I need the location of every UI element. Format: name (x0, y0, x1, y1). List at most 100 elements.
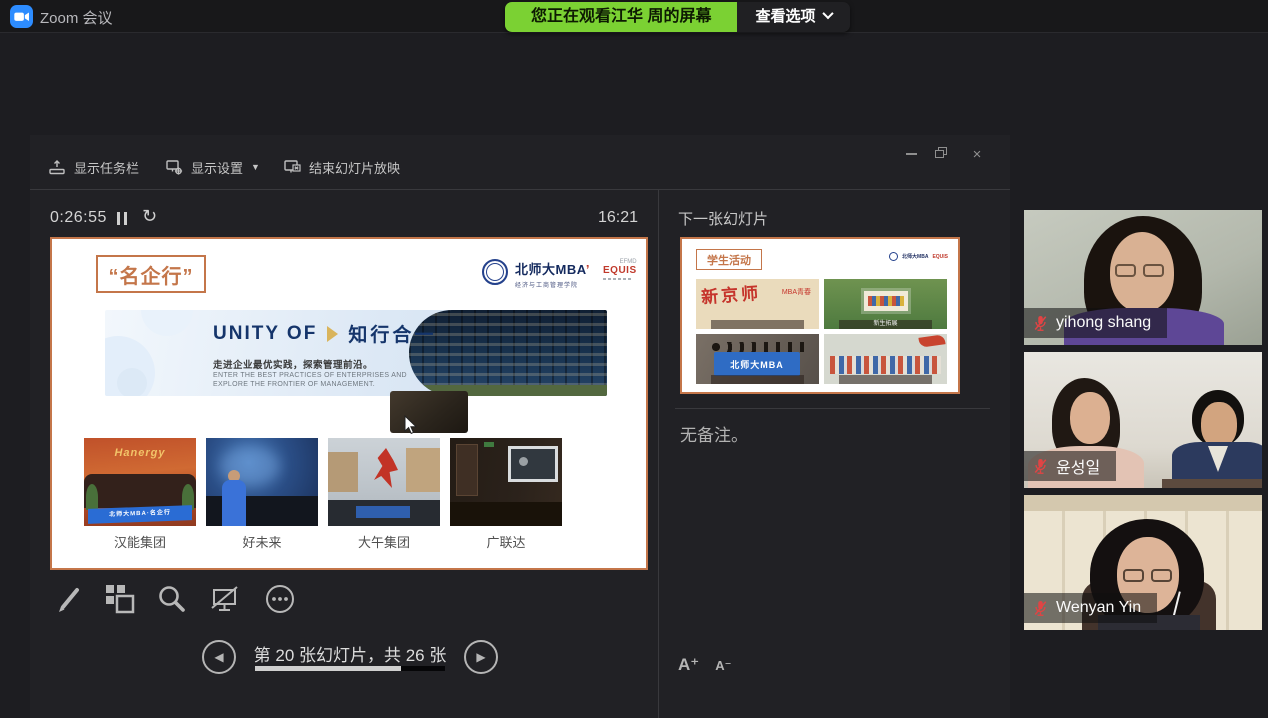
next-slide-label: 下一张幻灯片 (678, 208, 768, 229)
photo-banner-text: 北师大MBA·名企行 (88, 505, 192, 524)
video-tile-wenyan-yin[interactable]: Wenyan Yin (1024, 495, 1262, 630)
next-photo-calligraphy: 新京师 MBA青春 (696, 279, 819, 329)
next-icon: ▶ (476, 650, 485, 664)
pen-tool-button[interactable] (52, 581, 88, 617)
university-logo-text: 北师大MBA (515, 262, 586, 277)
close-button[interactable]: × (966, 145, 988, 163)
previous-slide-button[interactable]: ◀ (202, 640, 236, 674)
elapsed-timer: 0:26:55 (50, 209, 107, 227)
equis-logo: EFMD EQUIS (603, 259, 637, 280)
display-settings-icon (165, 158, 183, 176)
zoom-app-icon (10, 5, 33, 28)
slide-progress-fill (255, 666, 401, 671)
inset-photo (390, 391, 468, 433)
more-options-icon (264, 583, 296, 615)
slide-photo-hanergy: Hanergy 北师大MBA·名企行 汉能集团 (84, 438, 196, 551)
toolbar-divider (30, 189, 1010, 190)
pause-timer-button[interactable] (117, 212, 127, 225)
equis-text: EQUIS (603, 265, 637, 276)
participant-name: Wenyan Yin (1056, 599, 1141, 617)
logo-mark: ’ (586, 262, 590, 277)
end-slideshow-button[interactable]: 结束幻灯片放映 (283, 155, 400, 179)
show-taskbar-button[interactable]: 显示任务栏 (48, 155, 139, 179)
photo-caption-strip (711, 320, 805, 329)
slide-photo-dawu: 大午集团 (328, 438, 440, 551)
photo-caption: 汉能集团 (84, 532, 196, 551)
end-slideshow-label: 结束幻灯片放映 (309, 158, 400, 177)
banner-text: 北师大MBA (714, 352, 800, 376)
display-settings-button[interactable]: 显示设置 ▼ (165, 155, 260, 179)
caret-down-icon: ▼ (251, 162, 260, 172)
hanergy-overlay-text: Hanergy (84, 447, 196, 459)
restore-button[interactable] (932, 145, 954, 163)
slide-grid-icon (104, 583, 136, 615)
display-settings-label: 显示设置 (191, 158, 243, 177)
presenter-window: × 显示任务栏 显示设置 ▼ (30, 135, 1010, 718)
mic-muted-icon (1033, 314, 1048, 333)
video-tile-yun-seong-il[interactable]: 윤성일 (1024, 352, 1262, 488)
participant-video-scene (1024, 495, 1262, 511)
participant-name: yihong shang (1056, 314, 1151, 332)
minimize-button[interactable] (900, 145, 922, 163)
magnifier-icon (156, 583, 188, 615)
headline-en: UNITY OF (213, 323, 317, 345)
slide-subtitle-en: ENTER THE BEST PRACTICES OF ENTERPRISES … (213, 371, 407, 389)
campus-building-photo (409, 310, 607, 396)
university-emblem-icon (482, 259, 508, 285)
gold-chevron-icon (327, 326, 338, 342)
see-all-slides-button[interactable] (102, 581, 138, 617)
photo-caption-strip: 新生拓展 (839, 320, 933, 329)
next-slide-photo-grid: 新京师 MBA青春 新生拓展 北师大MBA (696, 279, 948, 384)
black-screen-button[interactable] (206, 581, 242, 617)
participant-name-bar: yihong shang (1024, 308, 1167, 338)
end-slideshow-icon (283, 158, 301, 176)
slide-headline: UNITY OF 知行合一 (213, 320, 436, 347)
share-status-text: 您正在观看江华 周的屏幕 (505, 2, 737, 32)
minimize-icon (906, 153, 917, 155)
slide-logos: 北师大MBA’ 经济与工商管理学院 EFMD EQUIS (482, 259, 637, 289)
notes-font-controls: A⁺ A⁻ (678, 655, 732, 675)
photo-caption: 好未来 (206, 532, 318, 551)
slide-photo-row: Hanergy 北师大MBA·名企行 汉能集团 好未 (84, 438, 562, 551)
photo-caption: 广联达 (450, 532, 562, 551)
slide-subtitle-zh: 走进企业最优实践，探索管理前沿。 (213, 357, 373, 371)
chevron-down-icon (823, 8, 834, 19)
pen-icon (54, 583, 86, 615)
restart-timer-button[interactable]: ↻ (142, 206, 157, 227)
photo-caption: 大午集团 (328, 532, 440, 551)
top-bar: Zoom 会议 您正在观看江华 周的屏幕 查看选项 (0, 0, 1268, 33)
font-smaller-button[interactable]: A⁻ (715, 658, 731, 674)
next-photo-banner-group: 北师大MBA (696, 334, 819, 384)
zoom-meeting-window: Zoom 会议 您正在观看江华 周的屏幕 查看选项 × 显示任务栏 (0, 0, 1268, 718)
black-screen-icon (208, 583, 240, 615)
slide-title-box: “名企行” (96, 255, 206, 293)
current-slide[interactable]: “名企行” 北师大MBA’ 经济与工商管理学院 EFMD EQUIS (50, 237, 648, 570)
next-slide-preview[interactable]: 学生活动 北师大MBA EQUIS 新京师 MBA青春 新生拓展 (680, 237, 960, 394)
university-emblem-icon (889, 252, 898, 261)
photo-caption-strip (711, 375, 805, 384)
next-photo-orientation: 新生拓展 (824, 279, 947, 329)
slide-hero-banner: UNITY OF 知行合一 走进企业最优实践，探索管理前沿。 ENTER THE… (105, 310, 607, 396)
clock-time: 16:21 (598, 209, 638, 227)
font-larger-button[interactable]: A⁺ (678, 655, 699, 675)
more-options-button[interactable] (262, 581, 298, 617)
next-slide-button[interactable]: ▶ (464, 640, 498, 674)
next-slide-title: 学生活动 (696, 249, 762, 270)
pane-divider (658, 190, 659, 718)
view-options-label: 查看选项 (755, 2, 815, 32)
view-options-button[interactable]: 查看选项 (737, 2, 850, 32)
previous-icon: ◀ (214, 650, 223, 664)
slide-photo-glodon: 广联达 (450, 438, 562, 551)
slide-photo-tal: 好未来 (206, 438, 318, 551)
calligraphy-text: 新京师 (700, 279, 762, 308)
next-slide-logos: 北师大MBA EQUIS (889, 252, 948, 261)
mouse-cursor (404, 415, 418, 435)
school-logo-text: 经济与工商管理学院 (515, 280, 590, 289)
slide-progress-bar (255, 666, 445, 671)
notes-divider (675, 408, 990, 409)
notes-text: 无备注。 (680, 421, 748, 446)
mic-muted-icon (1033, 599, 1048, 618)
slide-position-label: 第 20 张幻灯片，共 26 张 (235, 641, 465, 666)
video-tile-yihong-shang[interactable]: yihong shang (1024, 210, 1262, 345)
zoom-slide-button[interactable] (154, 581, 190, 617)
